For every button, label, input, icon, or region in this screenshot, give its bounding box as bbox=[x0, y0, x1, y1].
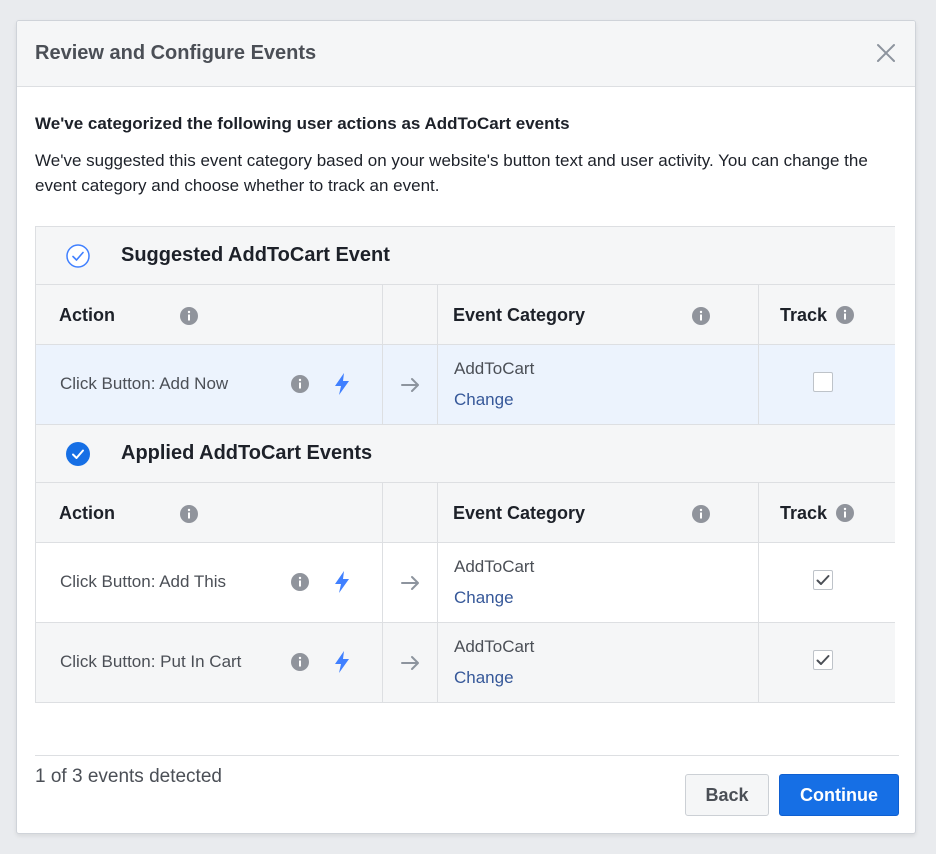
checkmark-icon bbox=[816, 655, 830, 665]
suggested-column-header: Action Event Category Track bbox=[36, 284, 895, 344]
event-category-value: AddToCart bbox=[454, 637, 535, 656]
track-checkbox[interactable] bbox=[813, 372, 833, 392]
action-column-label: Action bbox=[59, 503, 115, 523]
lightning-bolt-icon bbox=[335, 571, 349, 593]
suggested-check-icon bbox=[66, 244, 90, 268]
checkmark-icon bbox=[816, 575, 830, 585]
category-info-icon[interactable] bbox=[692, 307, 710, 325]
applied-column-header: Action Event Category Track bbox=[36, 482, 895, 542]
suggested-section-header: Suggested AddToCart Event bbox=[36, 227, 895, 285]
category-info-icon[interactable] bbox=[692, 505, 710, 523]
dialog-title: Review and Configure Events bbox=[35, 42, 317, 64]
action-info-icon[interactable] bbox=[180, 307, 198, 325]
events-detected-count: 1 of 3 events detected bbox=[35, 766, 222, 787]
applied-check-icon bbox=[66, 442, 90, 466]
change-category-link[interactable]: Change bbox=[454, 390, 514, 410]
review-events-dialog: Review and Configure Events We've catego… bbox=[16, 20, 916, 834]
intro-description: We've suggested this event category base… bbox=[35, 151, 868, 195]
event-category-value: AddToCart bbox=[454, 557, 535, 576]
table-row: Click Button: Add Now AddToCart Change bbox=[36, 344, 895, 424]
track-column-label: Track bbox=[780, 305, 828, 325]
column-divider bbox=[382, 482, 383, 702]
change-category-link[interactable]: Change bbox=[454, 668, 514, 688]
track-info-icon[interactable] bbox=[836, 504, 854, 522]
column-divider bbox=[382, 284, 383, 424]
applied-section-header: Applied AddToCart Events bbox=[36, 424, 895, 482]
back-button[interactable]: Back bbox=[685, 774, 769, 816]
event-category-column-label: Event Category bbox=[453, 305, 586, 325]
arrow-right-icon bbox=[401, 576, 419, 590]
action-detail-info-icon[interactable] bbox=[291, 573, 309, 591]
continue-button[interactable]: Continue bbox=[779, 774, 899, 816]
suggested-section-title: Suggested AddToCart Event bbox=[121, 244, 390, 266]
action-info-icon[interactable] bbox=[180, 505, 198, 523]
table-row: Click Button: Add This AddToCart Change bbox=[36, 542, 895, 622]
events-table: Suggested AddToCart Event Action Event C… bbox=[35, 226, 895, 703]
track-column-label: Track bbox=[780, 503, 828, 523]
footer-divider bbox=[35, 755, 899, 756]
lightning-bolt-icon bbox=[335, 373, 349, 395]
action-detail-info-icon[interactable] bbox=[291, 375, 309, 393]
column-divider bbox=[437, 284, 438, 424]
track-checkbox[interactable] bbox=[813, 650, 833, 670]
intro-heading: We've categorized the following user act… bbox=[35, 114, 570, 133]
track-info-icon[interactable] bbox=[836, 306, 854, 324]
track-checkbox[interactable] bbox=[813, 570, 833, 590]
action-label: Click Button: Add Now bbox=[60, 374, 229, 393]
column-divider bbox=[758, 482, 759, 702]
action-label: Click Button: Add This bbox=[60, 572, 226, 591]
arrow-right-icon bbox=[401, 656, 419, 670]
event-category-column-label: Event Category bbox=[453, 503, 586, 523]
action-label: Click Button: Put In Cart bbox=[60, 652, 242, 671]
event-category-value: AddToCart bbox=[454, 359, 535, 378]
applied-section-title: Applied AddToCart Events bbox=[121, 442, 373, 464]
dialog-header: Review and Configure Events bbox=[17, 21, 915, 87]
column-divider bbox=[758, 284, 759, 424]
close-icon[interactable] bbox=[875, 42, 897, 64]
lightning-bolt-icon bbox=[335, 651, 349, 673]
table-row: Click Button: Put In Cart AddToCart Chan… bbox=[36, 622, 895, 702]
action-column-label: Action bbox=[59, 305, 115, 325]
arrow-right-icon bbox=[401, 378, 419, 392]
change-category-link[interactable]: Change bbox=[454, 588, 514, 608]
action-detail-info-icon[interactable] bbox=[291, 653, 309, 671]
column-divider bbox=[437, 482, 438, 702]
